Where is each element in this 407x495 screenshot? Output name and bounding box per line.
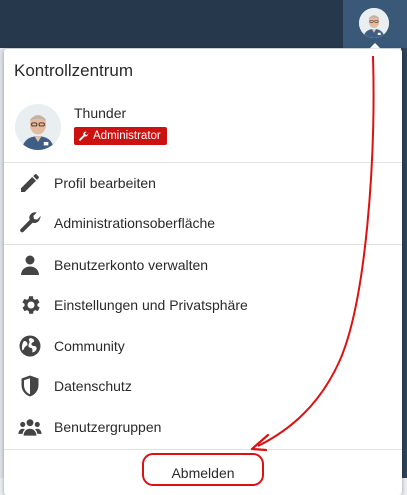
user-menu-dropdown: Kontrollzentrum Thunder Administrator Pr… [4,49,402,495]
menu-item-settings[interactable]: Einstellungen und Privatsphäre [4,286,402,324]
menu-item-privacy[interactable]: Datenschutz [4,367,402,405]
logout-button[interactable]: Abmelden [4,449,402,495]
avatar[interactable] [359,8,389,38]
divider [4,162,402,163]
menu-item-label: Datenschutz [54,378,132,394]
menu-item-edit-profile[interactable]: Profil bearbeiten [4,164,402,202]
profile-avatar[interactable] [15,104,61,150]
wrench-icon [17,210,43,236]
menu-item-label: Benutzerkonto verwalten [54,257,209,273]
menu-item-label: Profil bearbeiten [54,175,156,191]
globe-icon [17,333,43,359]
user-name[interactable]: Thunder [74,105,126,121]
menu-item-account[interactable]: Benutzerkonto verwalten [4,246,402,284]
menu-item-community[interactable]: Community [4,327,402,365]
pencil-icon [17,170,43,196]
dropdown-title: Kontrollzentrum [14,61,134,80]
menu-item-label: Community [54,338,125,354]
shield-icon [17,373,43,399]
menu-item-label: Benutzergruppen [54,419,162,435]
menu-item-label: Administrationsoberfläche [54,215,216,231]
user-icon [17,252,43,278]
menu-item-label: Einstellungen und Privatsphäre [54,297,248,313]
role-badge: Administrator [74,127,167,145]
role-label: Administrator [93,130,161,142]
wrench-icon [79,131,89,141]
users-icon [17,414,43,440]
gear-icon [17,292,43,318]
menu-item-admin-panel[interactable]: Administrationsoberfläche [4,204,402,242]
logout-label: Abmelden [171,465,235,481]
divider [4,244,402,245]
menu-item-user-groups[interactable]: Benutzergruppen [4,408,402,446]
